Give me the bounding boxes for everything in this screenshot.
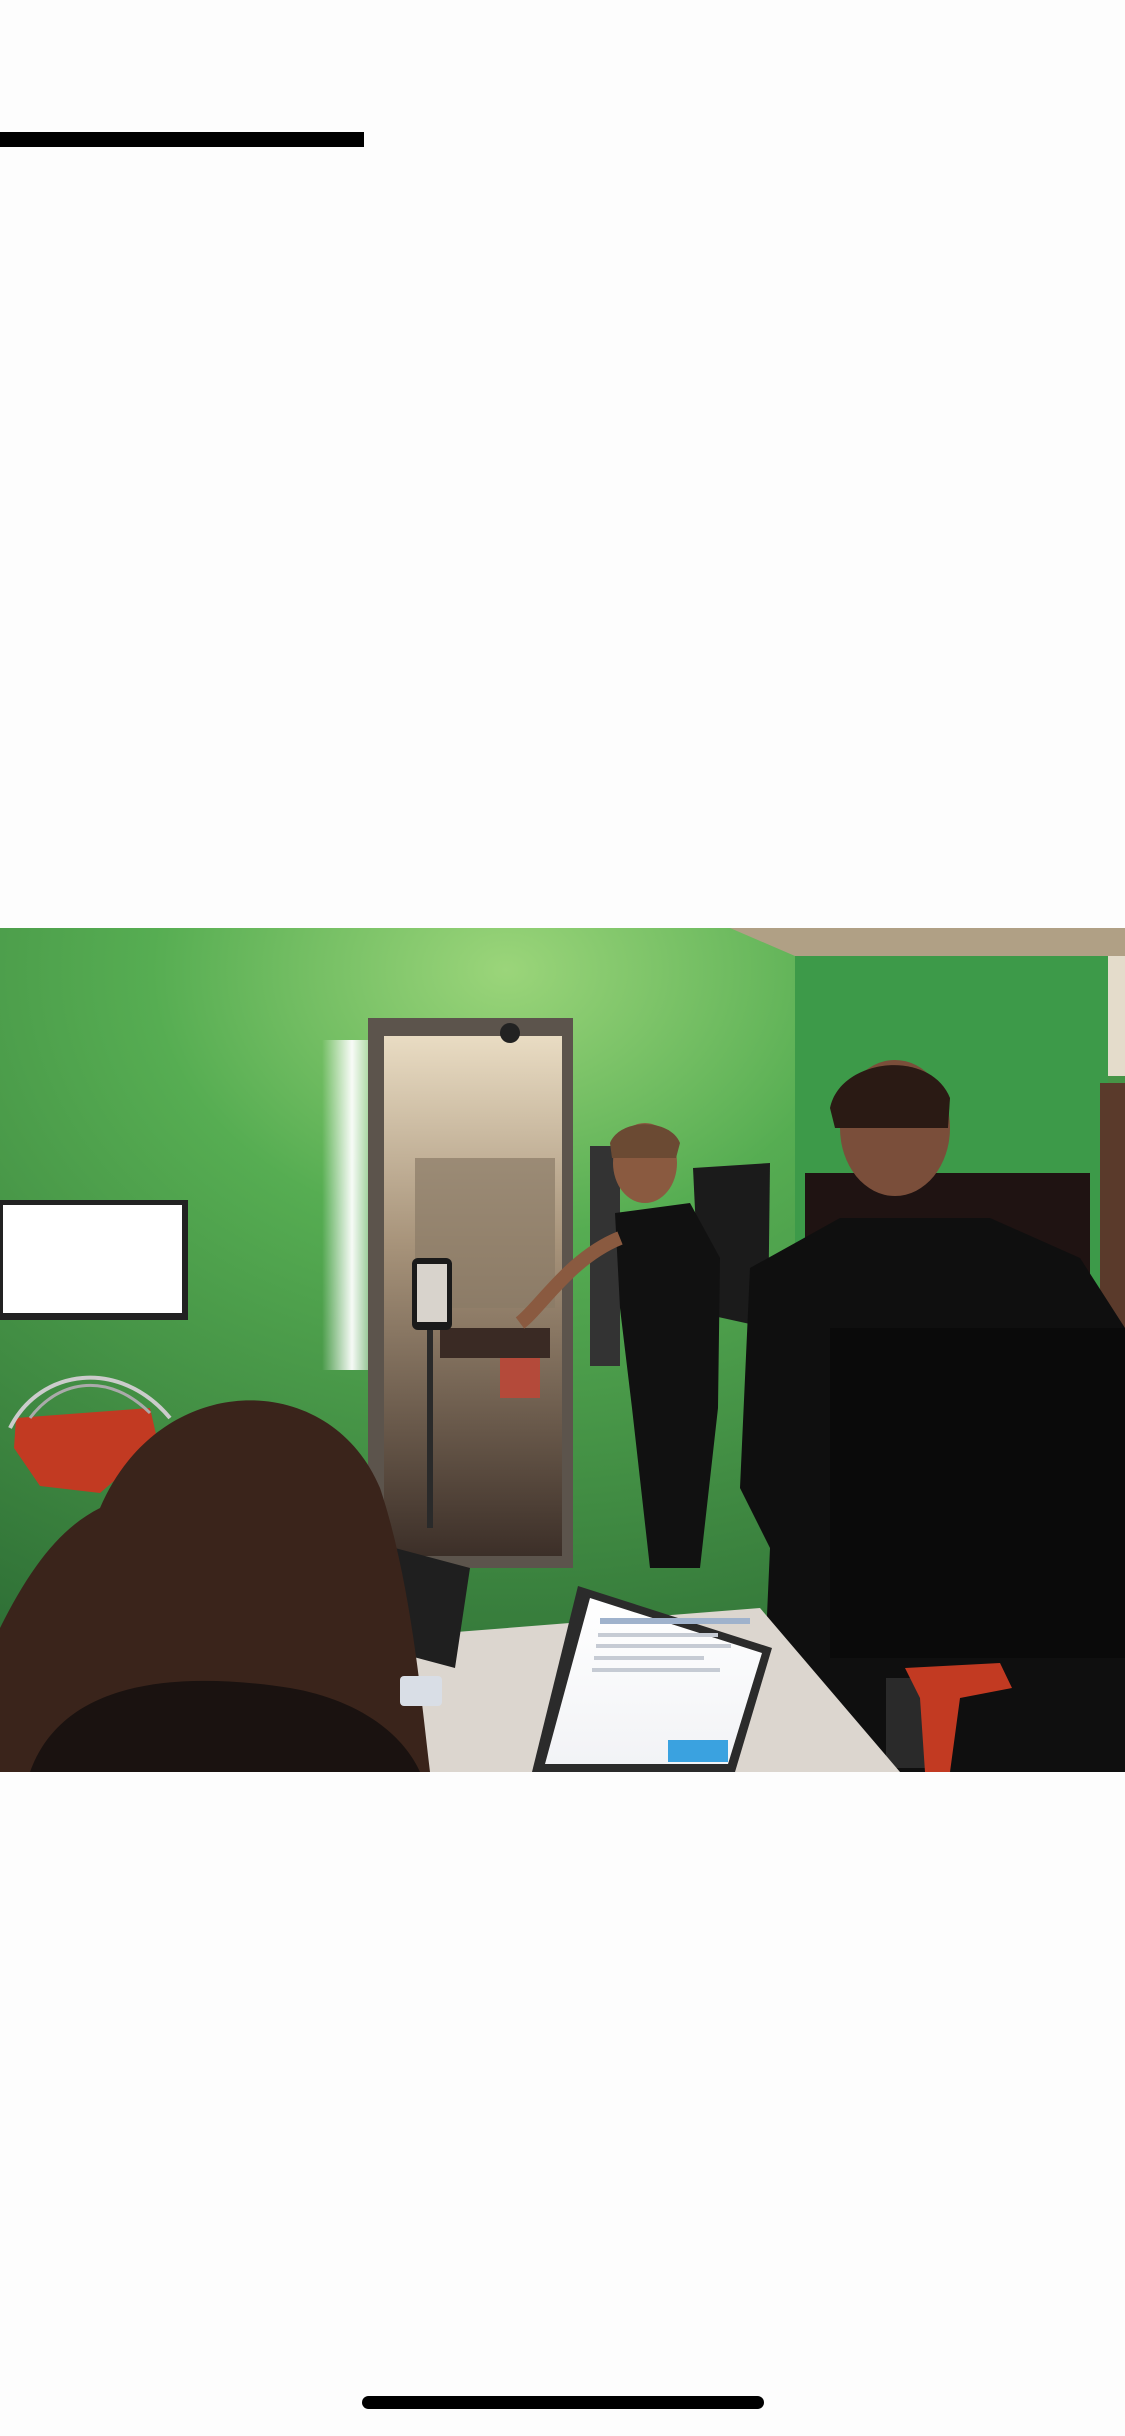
monitor-foreground (830, 1328, 1125, 1658)
reflected-table (440, 1328, 550, 1358)
ceiling (730, 928, 1125, 956)
wall-monitor-screen (3, 1205, 182, 1313)
top-progress-bar (0, 132, 364, 147)
phone-on-desk (400, 1676, 442, 1706)
status-bar (0, 0, 1125, 160)
doorframe (1108, 956, 1125, 1076)
photo-viewer[interactable] (0, 928, 1125, 1772)
camera-mount (500, 1023, 520, 1043)
screen-text-line (592, 1668, 720, 1672)
screen-popup (668, 1740, 728, 1762)
reflected-chair (500, 1358, 540, 1398)
screen-text-line (598, 1633, 718, 1637)
phone-screen (417, 1264, 447, 1322)
screen-text-line (600, 1618, 750, 1624)
screen-text-line (596, 1644, 731, 1648)
photo-image (0, 928, 1125, 1772)
home-indicator-icon[interactable] (362, 2396, 764, 2409)
screen-text-line (594, 1656, 704, 1660)
